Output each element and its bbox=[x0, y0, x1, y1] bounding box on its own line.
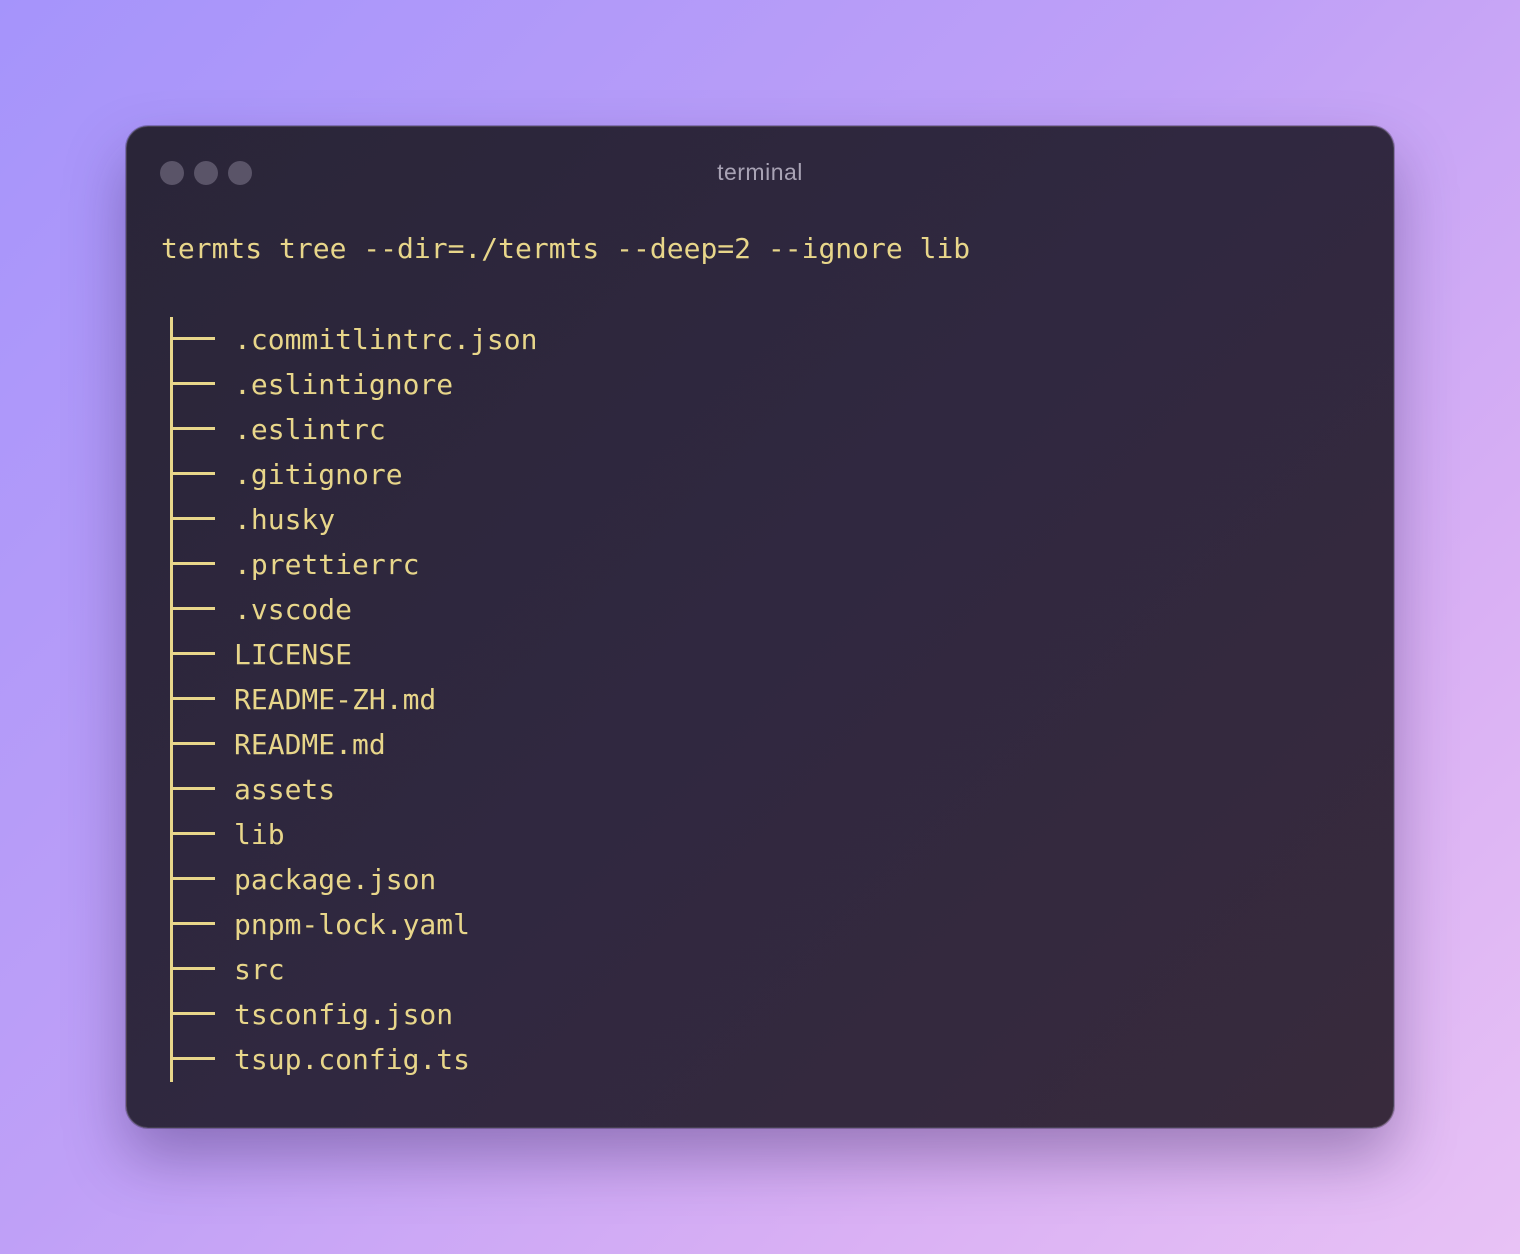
tree-branch-icon bbox=[161, 767, 234, 812]
directory-tree: .commitlintrc.json .eslintignore .eslint… bbox=[161, 317, 970, 1082]
tree-entry: pnpm-lock.yaml bbox=[161, 902, 970, 947]
terminal-output: termts tree --dir=./termts --deep=2 --ig… bbox=[161, 227, 970, 1082]
tree-branch-icon bbox=[161, 902, 234, 947]
tree-entry: README.md bbox=[161, 722, 970, 767]
tree-entry-name: LICENSE bbox=[234, 638, 353, 671]
tree-entry-name: .prettierrc bbox=[234, 548, 420, 581]
tree-entry-name: pnpm-lock.yaml bbox=[234, 908, 471, 941]
tree-entry-name: .gitignore bbox=[234, 458, 403, 491]
tree-branch-icon bbox=[161, 722, 234, 767]
tree-entry-name: src bbox=[234, 953, 285, 986]
tree-entry-name: tsconfig.json bbox=[234, 998, 454, 1031]
window-title: terminal bbox=[717, 159, 803, 185]
title-bar: terminal bbox=[127, 127, 1393, 219]
tree-entry: .prettierrc bbox=[161, 542, 970, 587]
tree-branch-icon bbox=[161, 317, 234, 362]
tree-entry-name: package.json bbox=[234, 863, 437, 896]
tree-entry: package.json bbox=[161, 857, 970, 902]
tree-branch-icon bbox=[161, 677, 234, 722]
tree-entry: lib bbox=[161, 812, 970, 857]
tree-entry-name: .commitlintrc.json bbox=[234, 323, 538, 356]
tree-entry-name: README-ZH.md bbox=[234, 683, 437, 716]
tree-entry: .husky bbox=[161, 497, 970, 542]
tree-entry: README-ZH.md bbox=[161, 677, 970, 722]
tree-entry: .eslintrc bbox=[161, 407, 970, 452]
tree-entry: tsup.config.ts bbox=[161, 1037, 970, 1082]
tree-entry: assets bbox=[161, 767, 970, 812]
tree-entry-name: .husky bbox=[234, 503, 336, 536]
tree-branch-icon bbox=[161, 452, 234, 497]
tree-entry-name: .eslintrc bbox=[234, 413, 386, 446]
tree-branch-icon bbox=[161, 587, 234, 632]
terminal-window: terminal termts tree --dir=./termts --de… bbox=[126, 126, 1394, 1128]
tree-entry: LICENSE bbox=[161, 632, 970, 677]
command-line: termts tree --dir=./termts --deep=2 --ig… bbox=[161, 232, 971, 265]
tree-branch-icon bbox=[161, 1037, 234, 1082]
tree-entry-name: tsup.config.ts bbox=[234, 1043, 471, 1076]
tree-branch-icon bbox=[161, 497, 234, 542]
tree-branch-icon bbox=[161, 632, 234, 677]
tree-entry: tsconfig.json bbox=[161, 992, 970, 1037]
tree-entry: .gitignore bbox=[161, 452, 970, 497]
tree-entry-name: README.md bbox=[234, 728, 386, 761]
tree-branch-icon bbox=[161, 857, 234, 902]
tree-entry: src bbox=[161, 947, 970, 992]
tree-branch-icon bbox=[161, 812, 234, 857]
tree-entry: .vscode bbox=[161, 587, 970, 632]
tree-entry-name: .vscode bbox=[234, 593, 353, 626]
tree-branch-icon bbox=[161, 362, 234, 407]
tree-branch-icon bbox=[161, 992, 234, 1037]
tree-branch-icon bbox=[161, 407, 234, 452]
tree-entry-name: assets bbox=[234, 773, 336, 806]
tree-entry-name: .eslintignore bbox=[234, 368, 454, 401]
tree-entry-name: lib bbox=[234, 818, 285, 851]
tree-branch-icon bbox=[161, 947, 234, 992]
tree-entry: .commitlintrc.json bbox=[161, 317, 970, 362]
tree-branch-icon bbox=[161, 542, 234, 587]
tree-entry: .eslintignore bbox=[161, 362, 970, 407]
